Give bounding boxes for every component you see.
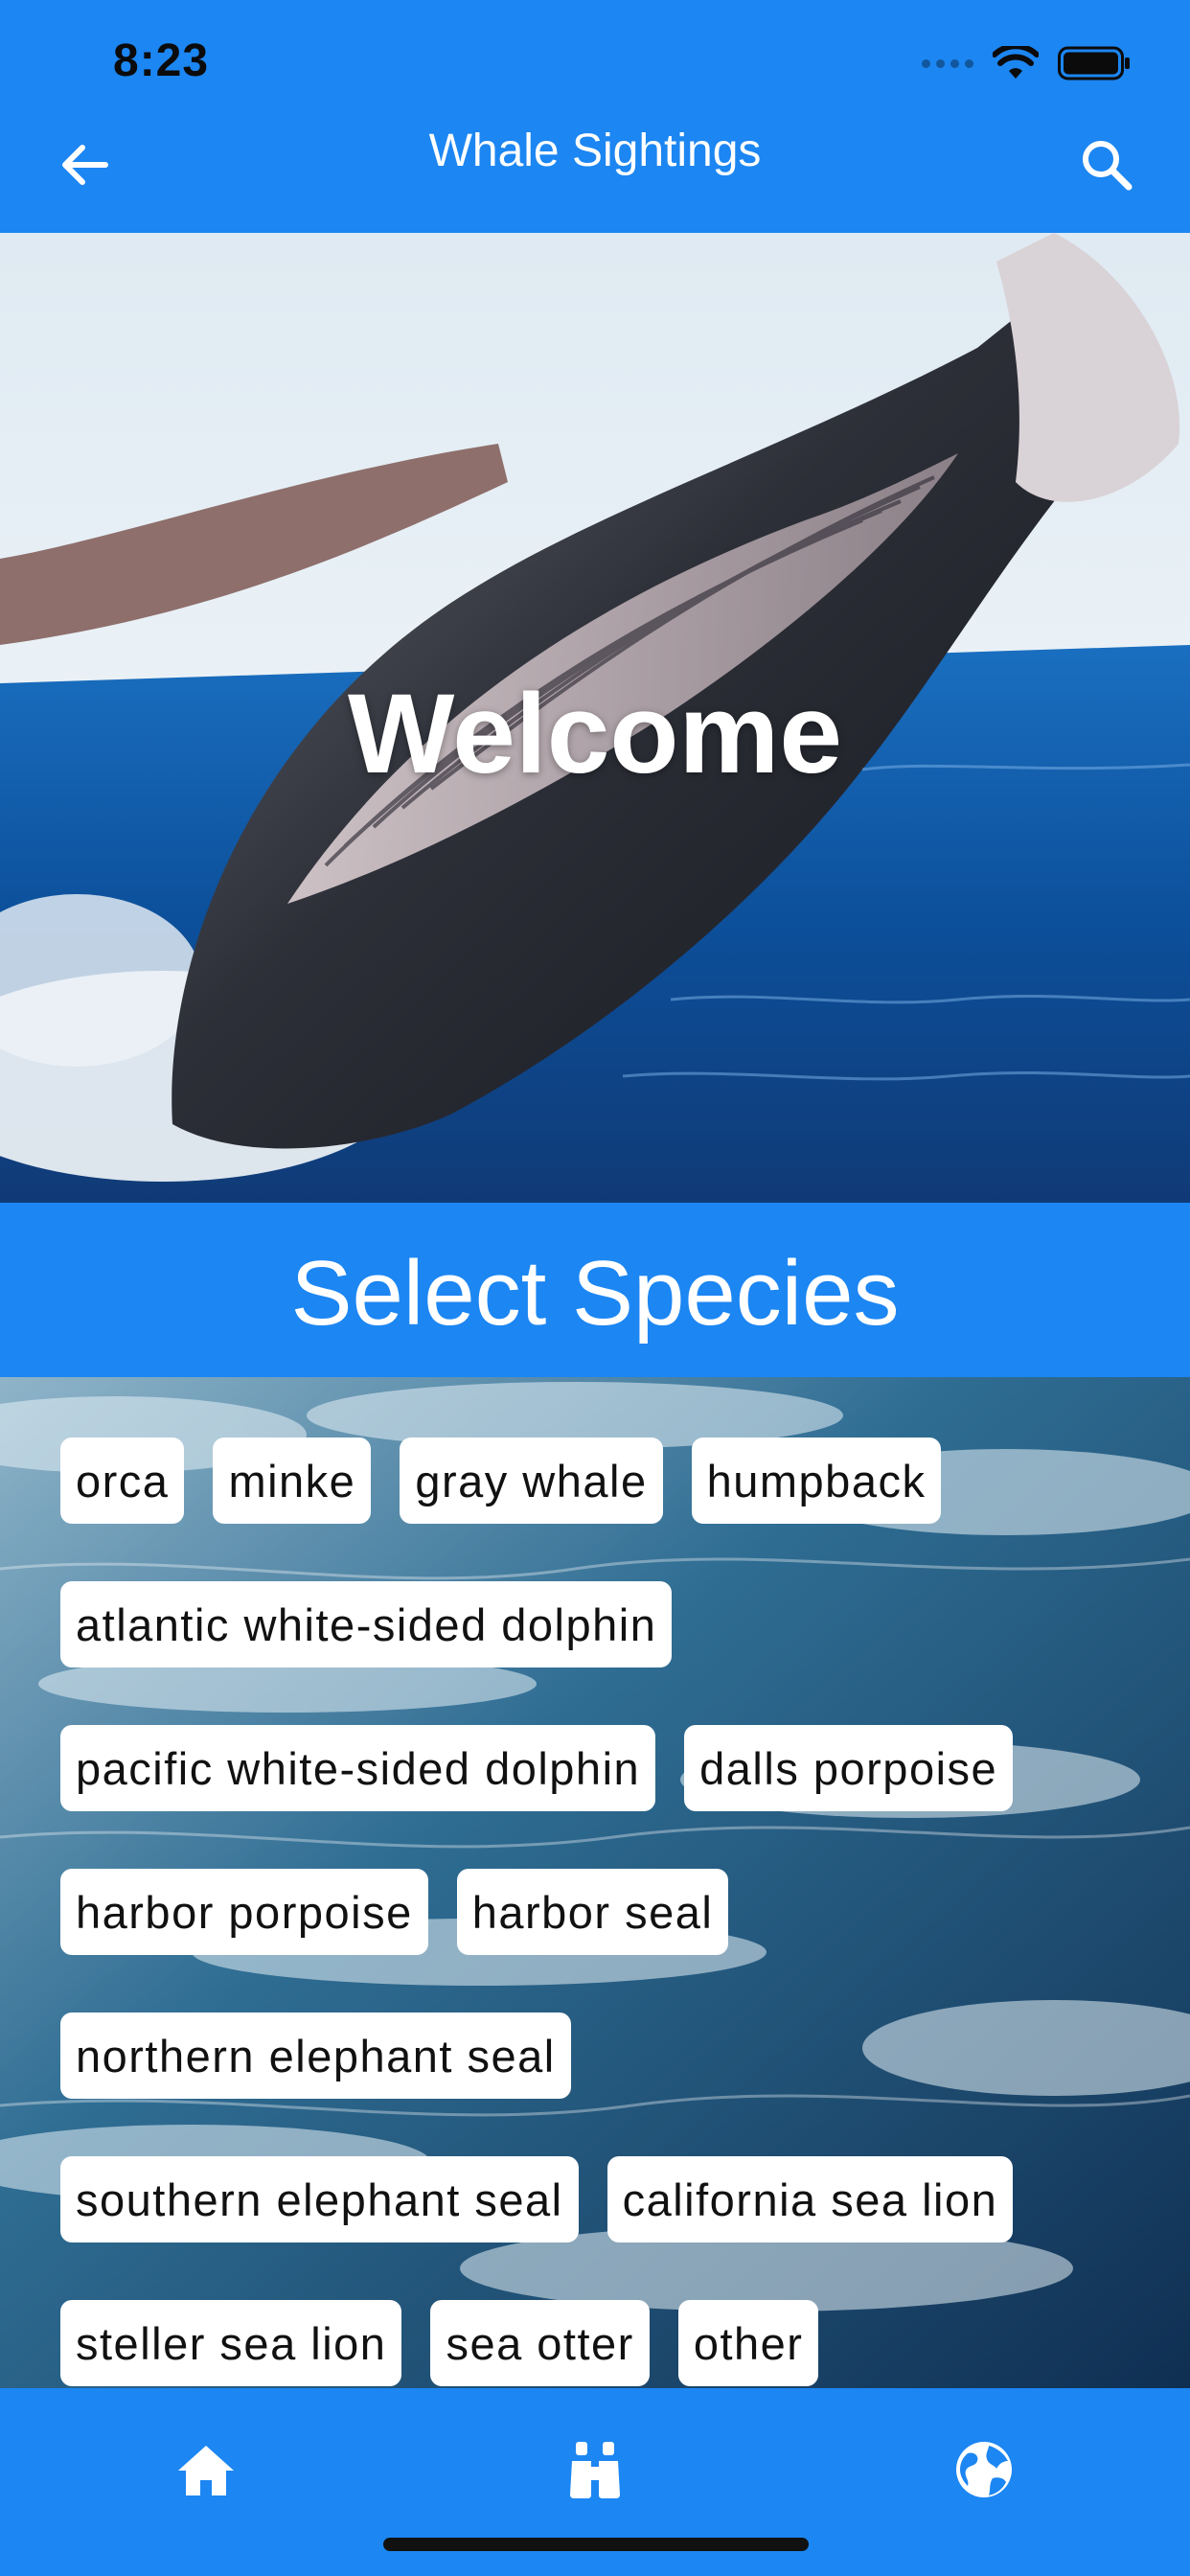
status-time: 8:23: [113, 35, 210, 86]
wifi-icon: [993, 46, 1039, 79]
page-title: Whale Sightings: [428, 126, 762, 176]
species-section-header: Select Species: [0, 1203, 1190, 1377]
section-title: Select Species: [290, 1242, 900, 1345]
species-chip-steller-sea-lion[interactable]: steller sea lion: [60, 2300, 402, 2386]
species-chip-harbor-seal[interactable]: harbor seal: [456, 1869, 729, 1955]
species-selector: orca minke gray whale humpback atlantic …: [0, 1377, 1190, 2388]
nav-bar: Whale Sightings: [0, 110, 1190, 233]
species-chip-atlantic-white-sided-dolphin[interactable]: atlantic white-sided dolphin: [60, 1581, 673, 1668]
cellular-signal-icon: [922, 58, 973, 68]
species-chip-humpback[interactable]: humpback: [691, 1438, 942, 1524]
species-chip-california-sea-lion[interactable]: california sea lion: [606, 2156, 1014, 2242]
home-icon: [178, 2446, 234, 2496]
battery-icon: [1058, 46, 1130, 80]
tab-home[interactable]: [163, 2426, 249, 2513]
species-chip-orca[interactable]: orca: [60, 1438, 185, 1524]
species-chip-sea-otter[interactable]: sea otter: [430, 2300, 650, 2386]
binoculars-icon: [570, 2442, 620, 2498]
hero-title: Welcome: [348, 671, 842, 797]
species-chip-northern-elephant-seal[interactable]: northern elephant seal: [60, 2012, 571, 2099]
globe-icon: [956, 2442, 1012, 2497]
search-icon: [1083, 141, 1133, 191]
tab-sightings[interactable]: [552, 2426, 638, 2513]
species-chip-harbor-porpoise[interactable]: harbor porpoise: [60, 1869, 428, 1955]
tab-map[interactable]: [941, 2426, 1027, 2513]
search-button[interactable]: [1069, 127, 1144, 202]
home-indicator[interactable]: [383, 2538, 809, 2551]
hero-banner: Welcome: [0, 233, 1190, 1203]
species-chip-minke[interactable]: minke: [213, 1438, 372, 1524]
status-icons: [922, 46, 1131, 80]
species-chip-southern-elephant-seal[interactable]: southern elephant seal: [60, 2156, 579, 2242]
species-chip-pacific-white-sided-dolphin[interactable]: pacific white-sided dolphin: [60, 1725, 656, 1811]
species-chip-other[interactable]: other: [677, 2300, 819, 2386]
species-chip-list: orca minke gray whale humpback atlantic …: [60, 1438, 1142, 2388]
species-chip-gray-whale[interactable]: gray whale: [400, 1438, 663, 1524]
species-chip-dalls-porpoise[interactable]: dalls porpoise: [684, 1725, 1014, 1811]
